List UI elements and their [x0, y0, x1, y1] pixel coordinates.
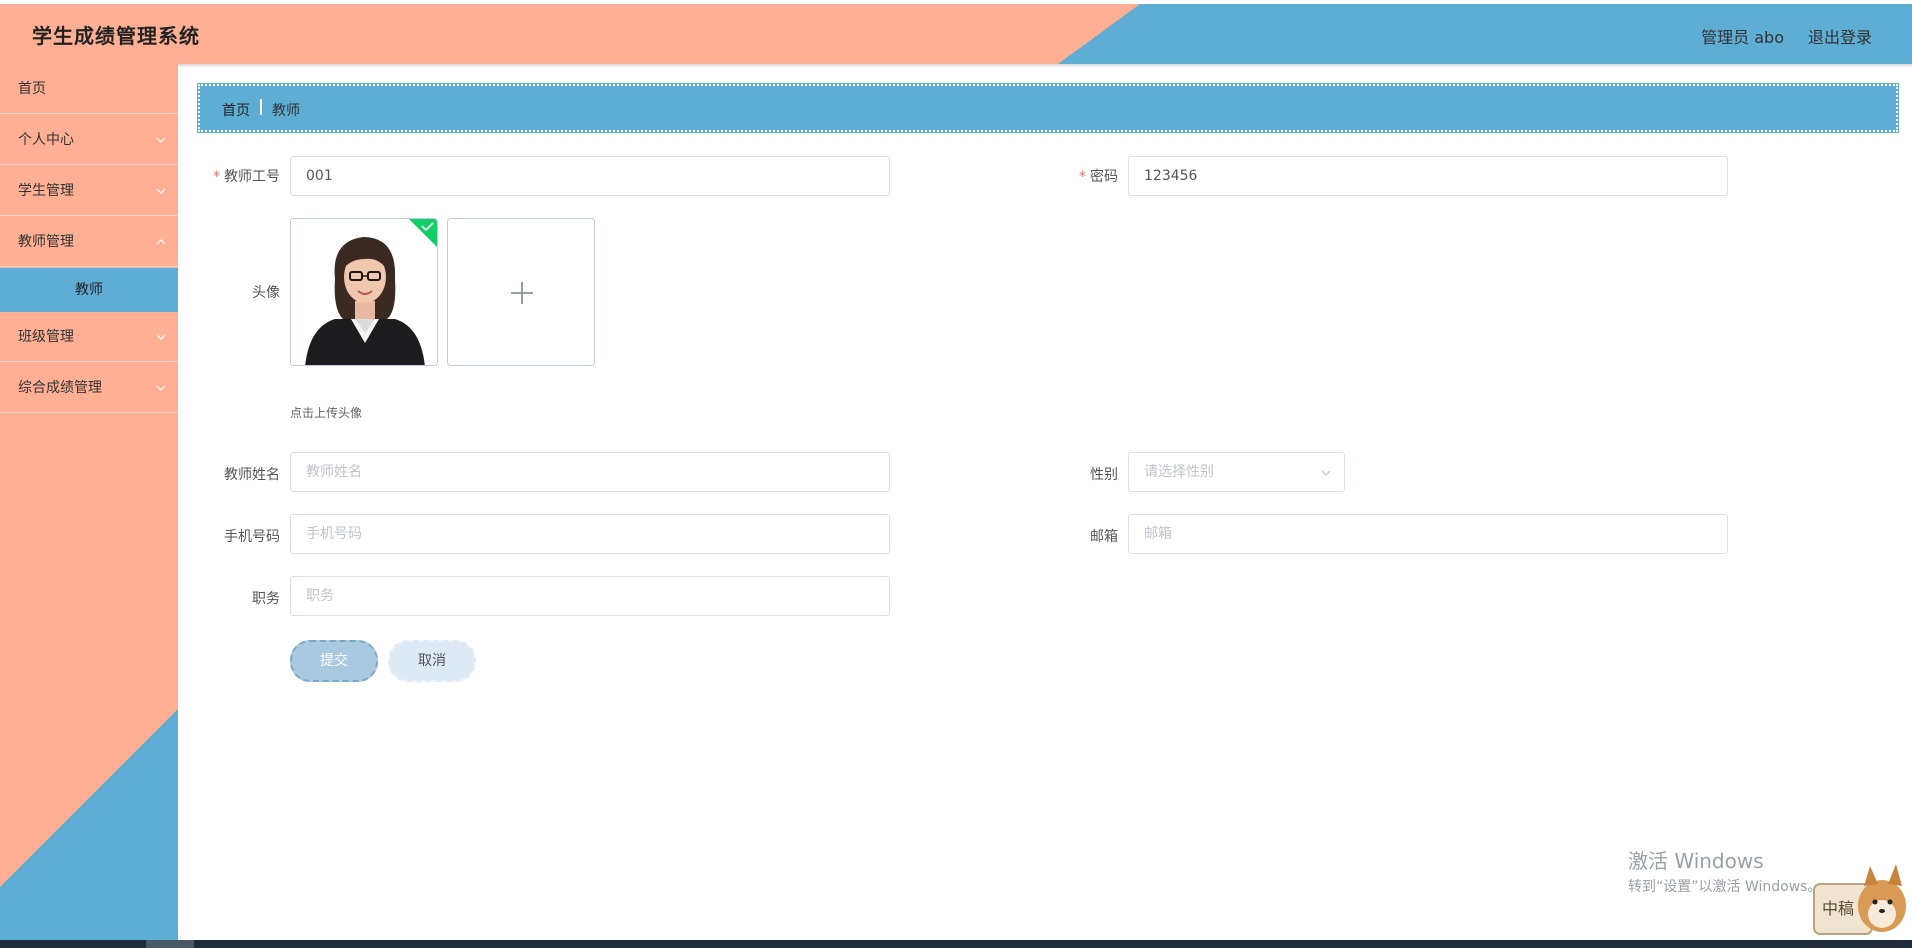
sidebar-item-home[interactable]: 首页 — [0, 64, 178, 114]
header-shadow — [0, 64, 1912, 68]
sidebar-item-label: 个人中心 — [18, 132, 74, 148]
sidebar-item-label: 学生管理 — [18, 183, 74, 199]
required-mark: * — [1079, 169, 1086, 185]
sidebar-subitem-teacher[interactable]: 教师 — [0, 268, 178, 312]
windows-activation-watermark: 激活 Windows 转到“设置”以激活 Windows。 — [1628, 845, 1821, 896]
password-label: * 密码 — [1079, 169, 1118, 185]
sidebar-item-classes[interactable]: 班级管理 — [0, 312, 178, 362]
sidebar-item-label: 综合成绩管理 — [18, 380, 102, 396]
avatar-preview[interactable] — [290, 218, 438, 366]
teacher-name-input[interactable]: 教师姓名 — [290, 452, 890, 492]
mascot-badge-text: 中稿 — [1822, 899, 1854, 918]
header-background — [0, 4, 1140, 64]
gender-select[interactable]: 请选择性别 — [1128, 452, 1345, 492]
breadcrumb: 首页 教师 — [197, 83, 1899, 133]
watermark-title: 激活 Windows — [1628, 849, 1764, 873]
plus-icon — [511, 282, 533, 304]
mascot-widget[interactable]: 中稿 — [1812, 856, 1912, 940]
teacher-id-input[interactable]: 001 — [290, 156, 890, 196]
cancel-button[interactable]: 取消 — [388, 640, 476, 682]
breadcrumb-separator — [260, 99, 262, 115]
avatar-label: 头像 — [252, 285, 280, 301]
email-input[interactable]: 邮箱 — [1128, 514, 1728, 554]
logout-link[interactable]: 退出登录 — [1808, 24, 1872, 48]
current-user: 管理员 abo — [1701, 28, 1784, 47]
sidebar-item-label: 首页 — [18, 81, 46, 97]
email-label: 邮箱 — [1090, 529, 1118, 545]
upload-tip: 点击上传头像 — [290, 406, 363, 420]
breadcrumb-home[interactable]: 首页 — [222, 100, 250, 120]
chevron-down-icon — [156, 334, 166, 340]
required-mark: * — [213, 169, 220, 185]
chevron-down-icon — [156, 137, 166, 143]
chevron-down-icon — [156, 188, 166, 194]
header: 学生成绩管理系统 管理员 abo 退出登录 — [0, 4, 1912, 64]
breadcrumb-current: 教师 — [272, 103, 300, 119]
sidebar: 首页 个人中心 学生管理 教师管理 教师 班级管理 综合成绩管理 — [0, 64, 178, 940]
avatar-photo — [291, 219, 437, 365]
sidebar-item-teachers[interactable]: 教师管理 — [0, 217, 178, 267]
gender-select-placeholder: 请选择性别 — [1144, 464, 1214, 480]
taskbar — [0, 940, 1912, 948]
chevron-down-icon — [156, 385, 166, 391]
sidebar-item-label: 教师管理 — [18, 234, 74, 250]
chevron-up-icon — [156, 239, 166, 245]
phone-label: 手机号码 — [224, 529, 280, 545]
password-input[interactable]: 123456 — [1128, 156, 1728, 196]
phone-input[interactable]: 手机号码 — [290, 514, 890, 554]
teacher-id-label: * 教师工号 — [213, 169, 280, 185]
gender-label: 性别 — [1090, 467, 1118, 483]
sidebar-item-students[interactable]: 学生管理 — [0, 166, 178, 216]
position-input[interactable]: 职务 — [290, 576, 890, 616]
sidebar-item-label: 班级管理 — [18, 329, 74, 345]
watermark-subtitle: 转到“设置”以激活 Windows。 — [1628, 879, 1822, 895]
submit-button[interactable]: 提交 — [290, 640, 378, 682]
teacher-name-label: 教师姓名 — [224, 467, 280, 483]
sidebar-item-profile[interactable]: 个人中心 — [0, 115, 178, 165]
chevron-down-icon — [1321, 470, 1331, 476]
sidebar-item-scores[interactable]: 综合成绩管理 — [0, 363, 178, 413]
app-title: 学生成绩管理系统 — [32, 24, 200, 48]
position-label: 职务 — [252, 591, 280, 607]
avatar-upload-button[interactable] — [447, 218, 595, 366]
taskbar-button[interactable] — [146, 940, 194, 948]
